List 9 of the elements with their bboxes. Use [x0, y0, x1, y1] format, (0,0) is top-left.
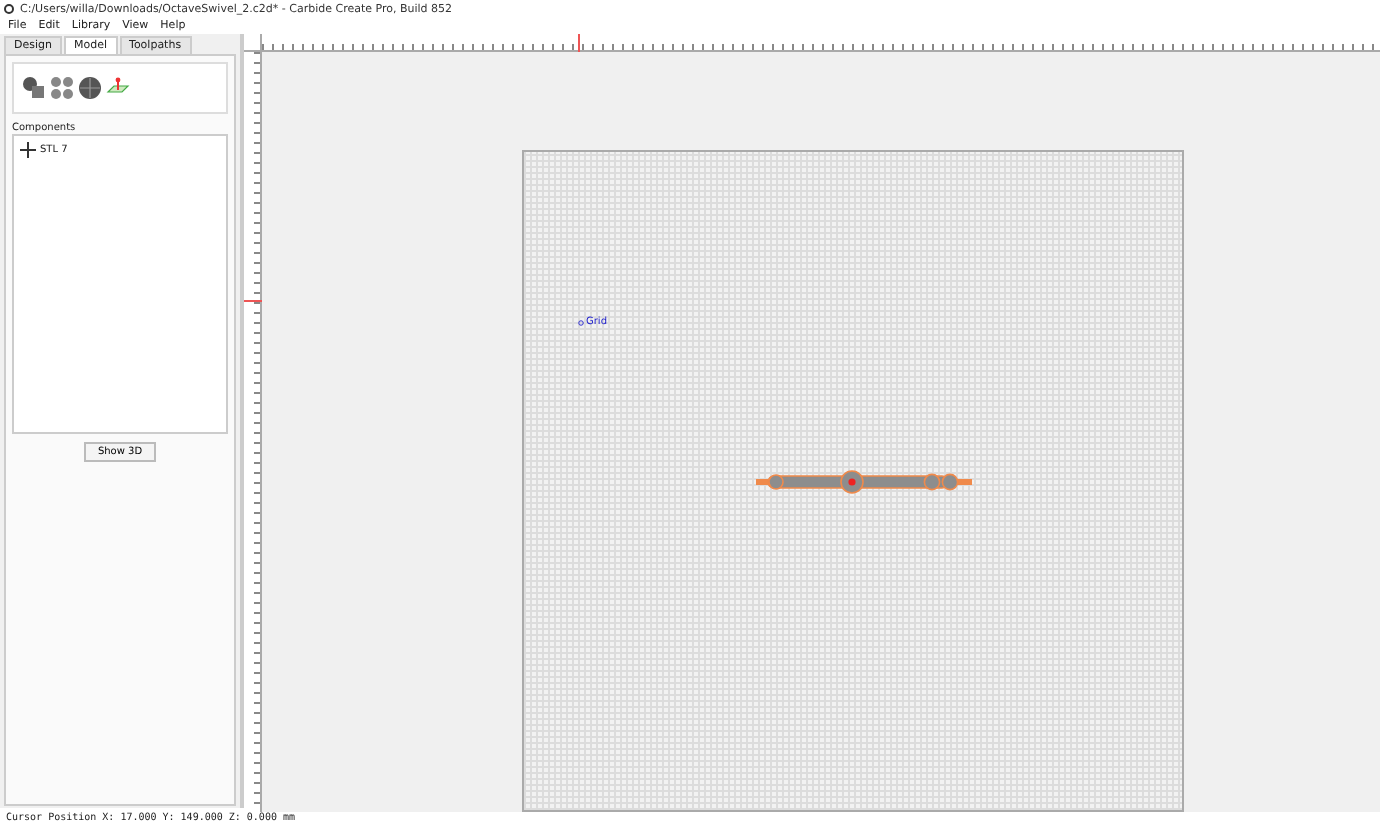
- cursor-marker: [578, 34, 580, 52]
- grid-pattern-icon[interactable]: [50, 76, 74, 100]
- cursor-marker: [244, 300, 262, 302]
- app-icon: [4, 4, 14, 14]
- sphere-icon[interactable]: [78, 76, 102, 100]
- model-part-drawing[interactable]: [756, 468, 972, 496]
- origin-icon: [578, 319, 584, 325]
- move-icon: [20, 142, 36, 158]
- import-model-icon[interactable]: [22, 76, 46, 100]
